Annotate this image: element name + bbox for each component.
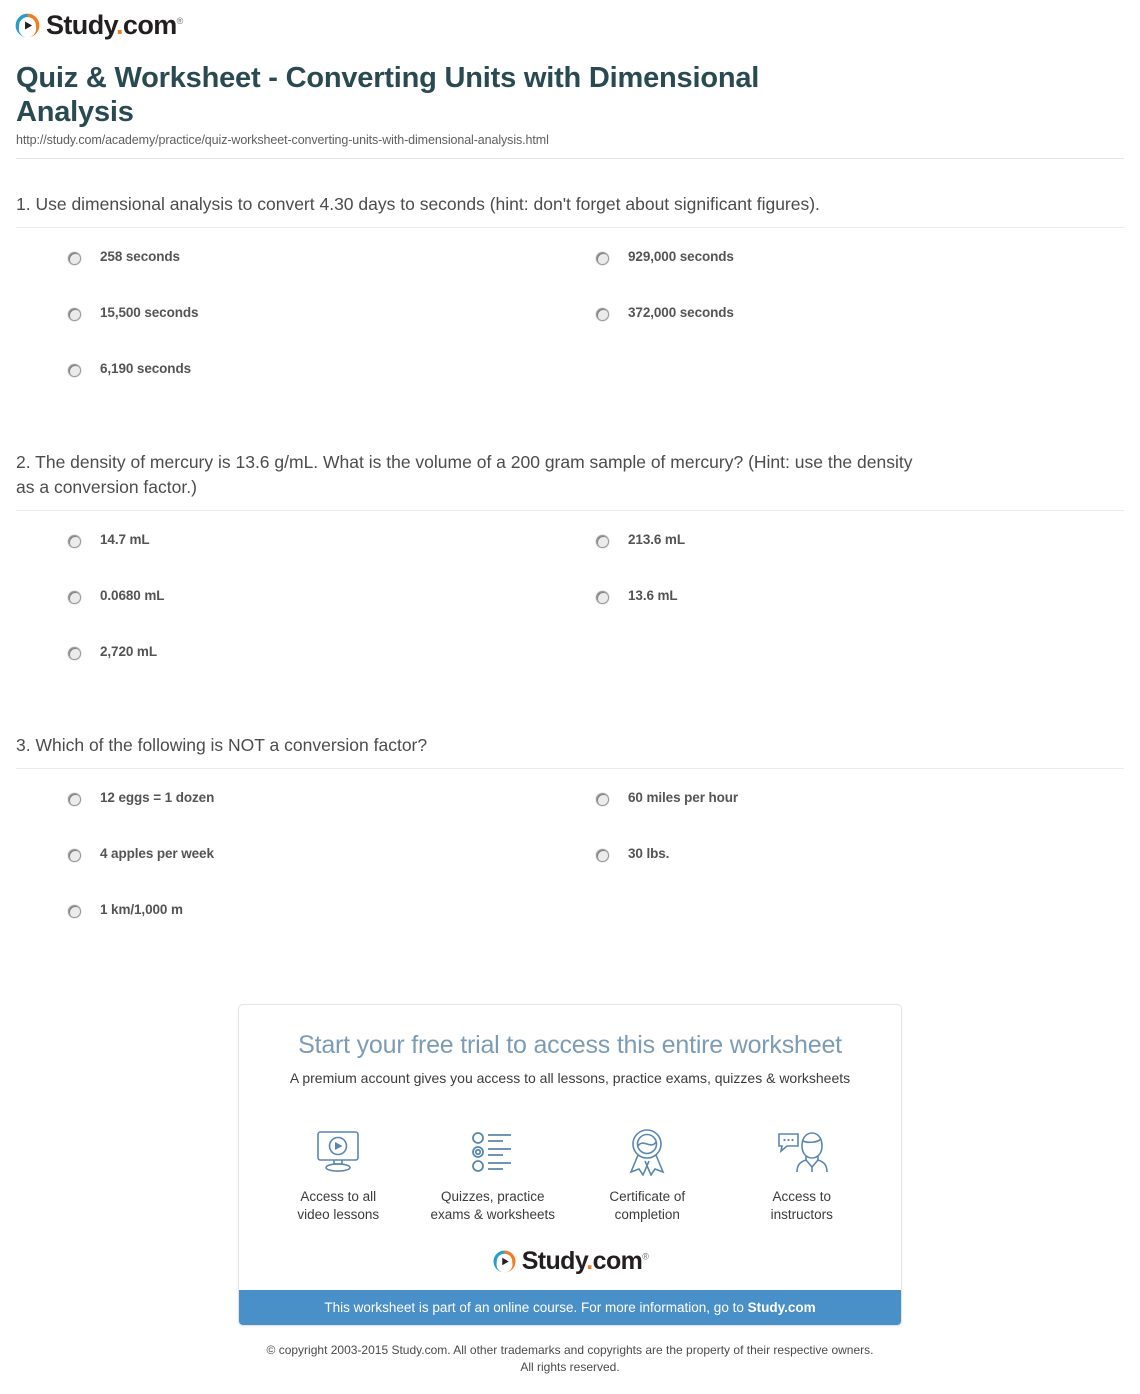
promo-title: Start your free trial to access this ent… <box>298 1030 842 1059</box>
promo-section: Start your free trial to access this ent… <box>0 1003 1140 1327</box>
radio-button-icon[interactable] <box>68 590 81 604</box>
answer-option[interactable]: 13.6 mL <box>596 588 1124 644</box>
radio-button-icon[interactable] <box>68 364 81 378</box>
feature-label: Access to all video lessons <box>297 1188 380 1223</box>
radio-button-icon[interactable] <box>596 534 609 548</box>
logo-trademark: ® <box>642 1251 649 1262</box>
answer-option[interactable]: 1 km/1,000 m <box>68 902 596 958</box>
answer-option[interactable]: 30 lbs. <box>596 846 1124 902</box>
answer-option[interactable]: 14.7 mL <box>68 532 596 588</box>
question-item: 2. The density of mercury is 13.6 g/mL. … <box>16 417 1124 700</box>
radio-button-icon[interactable] <box>596 848 609 862</box>
answer-option[interactable]: 15,500 seconds <box>68 305 596 361</box>
answer-options: 12 eggs = 1 dozen 60 miles per hour 4 ap… <box>16 769 1124 958</box>
promo-bar-text: This worksheet is part of an online cour… <box>324 1300 748 1316</box>
study-logo-wordmark: Study.com® <box>522 1249 649 1274</box>
answer-option-label: 6,190 seconds <box>100 361 192 377</box>
answer-option-label: 14.7 mL <box>100 531 150 547</box>
promo-subtitle: A premium account gives you access to al… <box>289 1069 851 1086</box>
radio-button-icon[interactable] <box>596 590 609 604</box>
study-logo[interactable]: Study.com® <box>14 12 183 39</box>
answer-options: 258 seconds 929,000 seconds 15,500 secon… <box>16 228 1124 417</box>
promo-logo-row: Study.com® <box>239 1231 901 1290</box>
answer-option[interactable]: 213.6 mL <box>596 532 1124 588</box>
radio-button-icon[interactable] <box>596 792 609 806</box>
answer-option[interactable]: 258 seconds <box>68 249 596 305</box>
radio-button-icon[interactable] <box>68 848 81 862</box>
radio-button-icon[interactable] <box>68 792 81 806</box>
answer-option-label: 372,000 seconds <box>628 305 734 321</box>
header-logo-row: Study.com® <box>0 0 1140 39</box>
answer-option[interactable]: 12 eggs = 1 dozen <box>68 790 596 846</box>
page-title: Quiz & Worksheet - Converting Units with… <box>16 62 760 129</box>
answer-option-label: 30 lbs. <box>628 845 670 861</box>
feature-item: Quizzes, practice exams & worksheets <box>416 1126 571 1225</box>
title-block: Quiz & Worksheet - Converting Units with… <box>0 39 1140 147</box>
free-trial-card: Start your free trial to access this ent… <box>238 1003 902 1327</box>
question-item: 3. Which of the following is NOT a conve… <box>16 700 1124 958</box>
feature-label: Certificate of completion <box>609 1188 686 1223</box>
answer-option-label: 12 eggs = 1 dozen <box>100 789 215 805</box>
logo-text-study: Study <box>521 1247 587 1276</box>
questions-list: 1. Use dimensional analysis to convert 4… <box>0 159 1140 957</box>
feature-label: Quizzes, practice exams & worksheets <box>430 1188 556 1223</box>
monitor-play-icon <box>261 1126 416 1178</box>
question-text: 2. The density of mercury is 13.6 g/mL. … <box>16 452 913 498</box>
feature-item: Access to all video lessons <box>261 1126 416 1225</box>
logo-trademark: ® <box>176 16 184 26</box>
answer-option[interactable]: 4 apples per week <box>68 846 596 902</box>
logo-text-study: Study <box>46 10 117 40</box>
page-url: http://study.com/academy/practice/quiz-w… <box>16 133 549 148</box>
question-text: 1. Use dimensional analysis to convert 4… <box>16 194 820 215</box>
question-item: 1. Use dimensional analysis to convert 4… <box>16 159 1124 417</box>
quiz-list-icon <box>416 1126 571 1178</box>
answer-option-label: 1 km/1,000 m <box>100 901 183 917</box>
answer-option[interactable]: 929,000 seconds <box>596 249 1124 305</box>
answer-option-label: 15,500 seconds <box>100 305 199 321</box>
logo-text-com: com <box>592 1247 643 1276</box>
radio-button-icon[interactable] <box>596 308 609 322</box>
study-play-logo-icon <box>492 1249 517 1274</box>
promo-study-logo[interactable]: Study.com® <box>492 1249 649 1274</box>
radio-button-icon[interactable] <box>68 646 81 660</box>
worksheet-page: Study.com® Quiz & Worksheet - Converting… <box>0 0 1140 1377</box>
radio-button-icon[interactable] <box>68 252 81 266</box>
promo-header: Start your free trial to access this ent… <box>239 1005 901 1100</box>
feature-item: Certificate of completion <box>570 1126 725 1225</box>
promo-features: Access to all video lessons Quizzes, pra… <box>239 1100 901 1231</box>
certificate-ribbon-icon <box>570 1126 725 1178</box>
answer-option[interactable]: 0.0680 mL <box>68 588 596 644</box>
answer-option-label: 213.6 mL <box>628 531 685 547</box>
study-play-logo-icon <box>14 12 41 39</box>
answer-option-label: 13.6 mL <box>628 587 678 603</box>
answer-option-label: 258 seconds <box>100 249 180 265</box>
promo-bar-link[interactable]: Study.com <box>748 1300 816 1315</box>
question-text: 3. Which of the following is NOT a conve… <box>16 734 428 755</box>
radio-button-icon[interactable] <box>68 904 81 918</box>
logo-text-dot: . <box>116 10 123 40</box>
study-logo-wordmark: Study.com® <box>46 12 183 39</box>
radio-button-icon[interactable] <box>596 252 609 266</box>
instructor-chat-icon <box>725 1126 880 1178</box>
feature-item: Access to instructors <box>725 1126 880 1225</box>
answer-option-label: 0.0680 mL <box>100 587 165 603</box>
answer-option[interactable]: 6,190 seconds <box>68 361 596 417</box>
radio-button-icon[interactable] <box>68 534 81 548</box>
feature-label: Access to instructors <box>770 1188 833 1223</box>
promo-cta-bar[interactable]: This worksheet is part of an online cour… <box>239 1290 901 1326</box>
answer-option[interactable]: 2,720 mL <box>68 644 596 700</box>
logo-text-com: com <box>122 10 177 40</box>
answer-options: 14.7 mL 213.6 mL 0.0680 mL 13.6 mL 2,720… <box>16 511 1124 700</box>
copyright-footer: © copyright 2003-2015 Study.com. All oth… <box>266 1343 874 1375</box>
answer-option[interactable]: 372,000 seconds <box>596 305 1124 361</box>
answer-option-label: 929,000 seconds <box>628 249 734 265</box>
answer-option-label: 2,720 mL <box>100 643 157 659</box>
answer-option-label: 60 miles per hour <box>628 789 739 805</box>
answer-option[interactable]: 60 miles per hour <box>596 790 1124 846</box>
radio-button-icon[interactable] <box>68 308 81 322</box>
answer-option-label: 4 apples per week <box>100 845 214 861</box>
